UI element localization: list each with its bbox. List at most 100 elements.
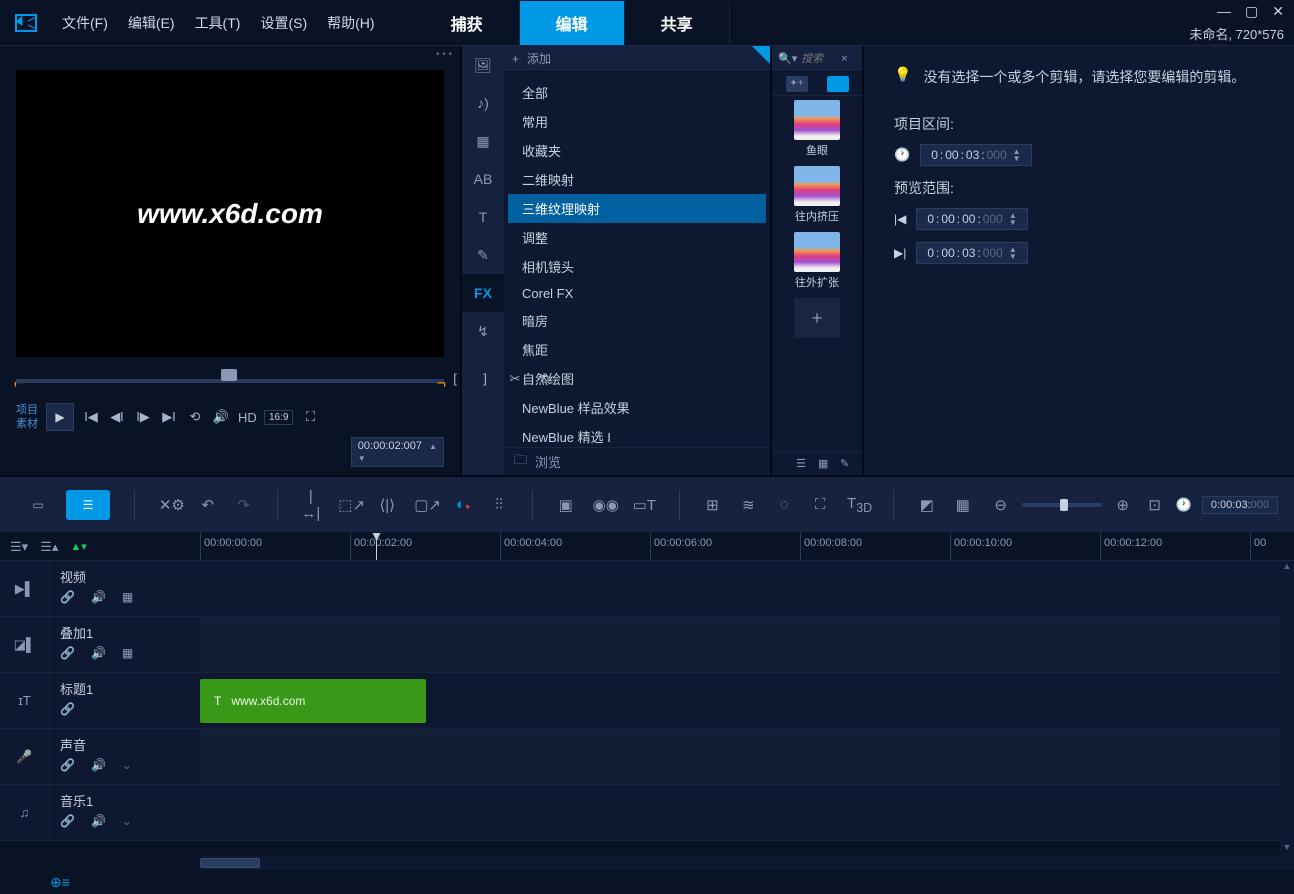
thumbnail-item[interactable]: 往内挤压 [776,166,858,224]
loop-icon[interactable]: ⟲ [186,409,204,425]
chapter-icon[interactable]: ▣ [557,496,575,514]
title-clip[interactable]: Twww.x6d.com [200,679,426,723]
zoom-in-icon[interactable]: ⊕ [1112,496,1134,514]
link-icon[interactable]: 🔗 [60,702,75,716]
fx-toggle-icon[interactable]: ▦ [122,590,133,604]
preview-mode-labels[interactable]: 项目 素材 [16,403,38,431]
3d-title-icon[interactable]: T3D [847,495,869,515]
search-icon[interactable]: 🔍▾ [778,52,797,65]
edit-icon[interactable]: ✎ [840,457,856,471]
scroll-up-icon[interactable]: ▲ [1280,561,1294,575]
fit-timeline-icon[interactable]: ⊡ [1144,496,1166,514]
multi-view-icon[interactable]: ⊞ [703,496,721,514]
track-type-icon[interactable]: ◪▌ [0,617,50,672]
track-lane[interactable] [200,561,1294,616]
maximize-button[interactable]: ▢ [1245,3,1258,20]
category-item[interactable]: 收藏夹 [508,136,766,165]
lib-tab-path[interactable]: ↯ [462,312,504,350]
category-item[interactable]: 二维映射 [508,165,766,194]
track-lane[interactable]: Twww.x6d.com [200,673,1294,728]
pin-corner-icon[interactable] [752,46,770,64]
aspect-selector[interactable]: 16:9 [264,410,293,425]
marker-add-icon[interactable]: ▲▾ [70,540,86,553]
add-thumbnail-button[interactable]: + [794,298,840,338]
fx-toggle-icon[interactable]: ▦ [122,646,133,660]
link-icon[interactable]: 🔗 [60,590,75,604]
expand-icon[interactable]: ⛶ [301,409,319,425]
category-item[interactable]: 全部 [508,78,766,107]
go-end-icon[interactable]: ▶I [160,409,178,425]
track-type-icon[interactable]: ♫ [0,785,50,840]
track-type-icon[interactable]: ɪT [0,673,50,728]
link-icon[interactable]: 🔗 [60,814,75,828]
pan-zoom-icon[interactable]: ⟨|⟩ [378,496,396,514]
view-grid-icon[interactable]: ▦ [818,457,834,471]
lib-tab-title[interactable]: AB [462,160,504,198]
browse-icon[interactable]: 🗀 [514,451,527,473]
chevron-down-icon[interactable]: ⌄ [122,758,132,772]
track-lane[interactable] [200,617,1294,672]
timeline-mode-button[interactable]: ☰ [66,490,110,520]
thumbnail-item[interactable]: 往外扩张 [776,232,858,290]
lib-tab-transition[interactable]: ▦ [462,122,504,160]
tracking-icon[interactable]: ◌ [775,496,793,513]
range-end-icon[interactable]: ▶| [894,246,906,260]
preview-viewport[interactable]: www.x6d.com [16,70,444,357]
preview-menu-dots[interactable]: • • • [436,49,452,60]
lib-tab-media[interactable]: 🖼 [462,46,504,84]
timeline-duration[interactable]: 0:00:03:000 [1202,496,1278,514]
subtitle-icon[interactable]: ▭T [633,496,655,514]
zoom-out-icon[interactable]: ⊖ [990,496,1012,514]
volume-icon[interactable]: 🔊 [212,409,230,425]
link-icon[interactable]: 🔗 [60,758,75,772]
track-options-1-icon[interactable]: ☰▾ [10,539,28,555]
view-grid-button[interactable] [827,76,849,92]
add-icon[interactable]: + [512,52,519,66]
mark-in-handle[interactable]: ⌐ [14,375,23,393]
next-frame-icon[interactable]: I▶ [134,409,152,425]
motion-icon[interactable]: ≋ [739,496,757,514]
undo-icon[interactable]: ↶ [199,496,217,514]
horizontal-scrollbar[interactable] [200,856,1294,870]
track-lane[interactable] [200,785,1294,840]
range-start-input[interactable]: 0:00:00:000▲▼ [916,208,1027,230]
lib-tab-graphic[interactable]: ✎ [462,236,504,274]
category-item[interactable]: Corel FX [508,281,766,306]
lib-tab-audio[interactable]: ♪) [462,84,504,122]
add-category-label[interactable]: 添加 [527,50,551,67]
menu-edit[interactable]: 编辑(E) [128,13,175,33]
audio-tool-icon[interactable]: ⫶⫶ [490,496,508,513]
menu-file[interactable]: 文件(F) [62,13,108,33]
split-icon[interactable]: ✂ [506,371,524,387]
category-item[interactable]: 常用 [508,107,766,136]
playhead[interactable] [376,533,377,560]
search-input[interactable] [801,53,837,65]
search-clear-icon[interactable]: × [841,53,847,65]
range-end-input[interactable]: 0:00:03:000▲▼ [916,242,1027,264]
track-type-icon[interactable]: ▶▌ [0,561,50,616]
add-track-button[interactable]: ⊕≡ [50,874,70,891]
tool-settings-icon[interactable]: ✕⚙ [159,496,181,514]
play-button[interactable]: ▶ [46,403,74,431]
vertical-scrollbar[interactable]: ▲ ▼ [1280,561,1294,856]
menu-tools[interactable]: 工具(T) [195,13,241,33]
mark-in-icon[interactable]: [ [446,371,464,387]
menu-settings[interactable]: 设置(S) [260,13,307,33]
undock-icon[interactable]: ⧉ [536,371,554,387]
tab-share[interactable]: 共享 [625,1,730,45]
project-duration-input[interactable]: 0:00:03:000▲▼ [920,144,1031,166]
lib-tab-text[interactable]: T [462,198,504,236]
color-icon[interactable]: ◐● [454,496,472,513]
zoom-slider[interactable] [1022,503,1102,507]
split-screen-icon[interactable]: ◩ [918,496,936,514]
category-item[interactable]: 相机镜头 [508,252,766,281]
effects-icon[interactable]: ▦ [954,496,972,514]
volume-icon[interactable]: 🔊 [91,646,106,660]
lib-tab-fx[interactable]: FX [462,274,504,312]
category-item[interactable]: 三维纹理映射 [508,194,766,223]
volume-icon[interactable]: 🔊 [91,814,106,828]
track-lane[interactable] [200,729,1294,784]
range-start-icon[interactable]: |◀ [894,212,906,226]
hd-button[interactable]: HD [238,410,256,425]
fit-width-icon[interactable]: |↔| [301,488,320,522]
